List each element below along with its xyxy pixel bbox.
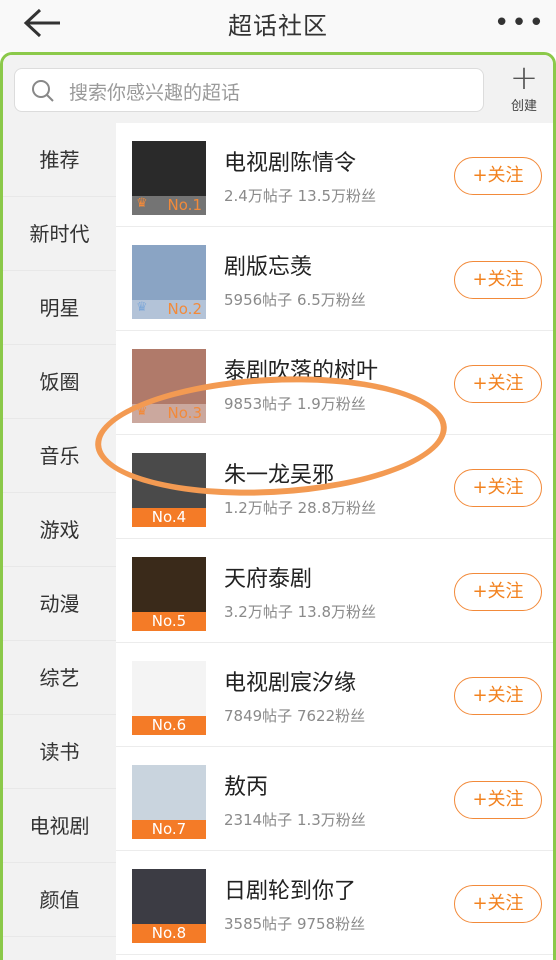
rank-label: No.7 [151,820,187,838]
search-row: 搜索你感兴趣的超话 + 创建 [3,55,553,123]
list-item[interactable]: ♛ No.1 电视剧陈情令 2.4万帖子 13.5万粉丝 +关注 [116,123,553,227]
more-icon[interactable]: ••• [494,10,546,36]
sidebar-item[interactable]: 综艺 [3,641,116,715]
crown-icon: ♛ [136,196,148,211]
create-button[interactable]: + 创建 [499,58,549,119]
follow-button[interactable]: +关注 [454,885,542,923]
topic-stats: 2314帖子 1.3万粉丝 [224,811,366,829]
follow-button[interactable]: +关注 [454,469,542,507]
topic-name: 日剧轮到你了 [224,879,357,904]
content-frame: 搜索你感兴趣的超话 + 创建 推荐 新时代 明星 饭圈 音乐 游戏 动漫 综艺 读书 电视剧 颜值 … [0,52,556,960]
topic-thumbnail: No.8 [132,869,206,943]
follow-button[interactable]: +关注 [454,261,542,299]
rank-label: No.1 [167,196,202,214]
rank-badge: ♛ No.1 [132,196,206,215]
list-item[interactable]: ♛ No.2 剧版忘羡 5956帖子 6.5万粉丝 +关注 [116,227,553,331]
follow-button[interactable]: +关注 [454,573,542,611]
list-item[interactable]: No.5 天府泰剧 3.2万帖子 13.8万粉丝 +关注 [116,539,553,643]
topic-stats: 7849帖子 7622粉丝 [224,707,366,725]
rank-badge: ♛ No.2 [132,300,206,319]
list-item[interactable]: No.6 电视剧宸汐缘 7849帖子 7622粉丝 +关注 [116,643,553,747]
topic-stats: 3.2万帖子 13.8万粉丝 [224,603,377,621]
sidebar-item[interactable]: 颜值 [3,863,116,937]
topic-stats: 3585帖子 9758粉丝 [224,915,366,933]
sidebar-item[interactable]: 读书 [3,715,116,789]
top-bar: 超话社区 ••• [0,0,556,52]
rank-label: No.5 [151,612,187,630]
sidebar-item[interactable]: 动漫 [3,567,116,641]
sidebar-item[interactable]: 新时代 [3,197,116,271]
list-item[interactable]: No.7 敖丙 2314帖子 1.3万粉丝 +关注 [116,747,553,851]
topic-stats: 5956帖子 6.5万粉丝 [224,291,366,309]
plus-icon: + [509,58,539,98]
search-placeholder: 搜索你感兴趣的超话 [69,82,241,104]
topic-thumbnail: ♛ No.2 [132,245,206,319]
follow-button[interactable]: +关注 [454,157,542,195]
topic-name: 敖丙 [224,775,269,800]
follow-button[interactable]: +关注 [454,677,542,715]
follow-button[interactable]: +关注 [454,365,542,403]
rank-label: No.4 [151,508,187,526]
topic-thumbnail: No.6 [132,661,206,735]
sidebar-item[interactable]: 明星 [3,271,116,345]
rank-badge: No.6 [132,716,206,735]
topic-name: 剧版忘羡 [224,255,313,280]
topic-list: ♛ No.1 电视剧陈情令 2.4万帖子 13.5万粉丝 +关注 ♛ No.2 剧版忘羡 595… [116,123,553,960]
rank-label: No.2 [167,300,202,318]
sidebar-item[interactable]: 电视剧 [3,789,116,863]
rank-badge: No.7 [132,820,206,839]
topic-name: 天府泰剧 [224,567,313,592]
sidebar-item[interactable]: 饭圈 [3,345,116,419]
list-item[interactable]: No.8 日剧轮到你了 3585帖子 9758粉丝 +关注 [116,851,553,955]
follow-button[interactable]: +关注 [454,781,542,819]
topic-thumbnail: ♛ No.1 [132,141,206,215]
rank-badge: No.8 [132,924,206,943]
create-label: 创建 [510,99,537,114]
topic-name: 电视剧陈情令 [224,151,357,176]
search-input[interactable]: 搜索你感兴趣的超话 [14,68,484,112]
rank-label: No.6 [151,716,187,734]
category-sidebar: 推荐 新时代 明星 饭圈 音乐 游戏 动漫 综艺 读书 电视剧 颜值 [3,123,116,960]
sidebar-item[interactable]: 推荐 [3,123,116,197]
topic-stats: 1.2万帖子 28.8万粉丝 [224,499,377,517]
topic-name: 电视剧宸汐缘 [224,671,357,696]
topic-thumbnail: No.7 [132,765,206,839]
topic-thumbnail: No.5 [132,557,206,631]
page-title: 超话社区 [228,12,328,40]
topic-stats: 2.4万帖子 13.5万粉丝 [224,187,377,205]
crown-icon: ♛ [136,300,148,315]
rank-label: No.8 [151,924,187,942]
rank-badge: No.4 [132,508,206,527]
rank-badge: No.5 [132,612,206,631]
sidebar-item[interactable]: 游戏 [3,493,116,567]
search-icon [32,80,54,102]
